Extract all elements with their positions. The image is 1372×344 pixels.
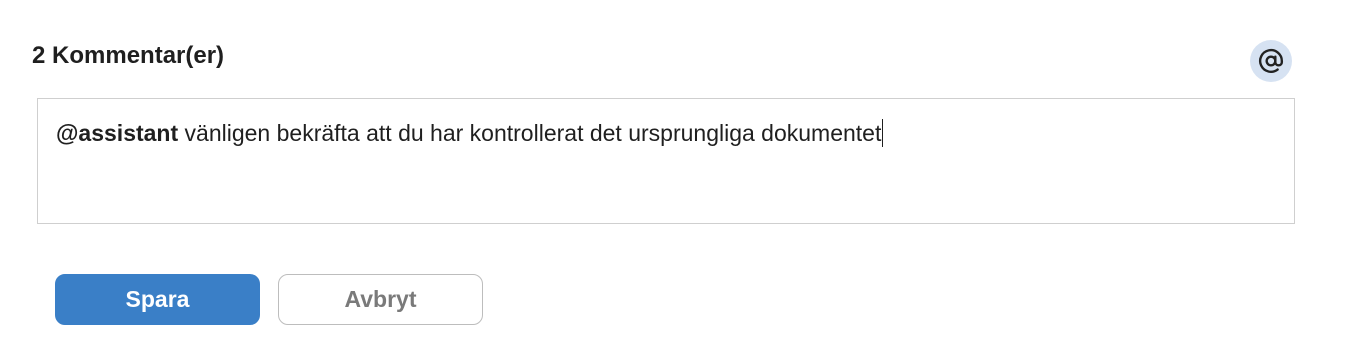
save-button[interactable]: Spara [55,274,260,325]
text-caret [882,119,884,147]
comments-header: 2 Kommentar(er) [32,40,1292,82]
comment-body-text: vänligen bekräfta att du har kontrollera… [178,120,882,146]
comment-input[interactable]: @assistant vänligen bekräfta att du har … [37,98,1295,224]
cancel-button[interactable]: Avbryt [278,274,483,325]
mention-button[interactable] [1250,40,1292,82]
at-sign-icon [1258,48,1284,74]
mention-tag: @assistant [56,120,179,146]
comments-count-title: 2 Kommentar(er) [32,42,225,69]
comment-text: @assistant vänligen bekräfta att du har … [56,119,884,147]
